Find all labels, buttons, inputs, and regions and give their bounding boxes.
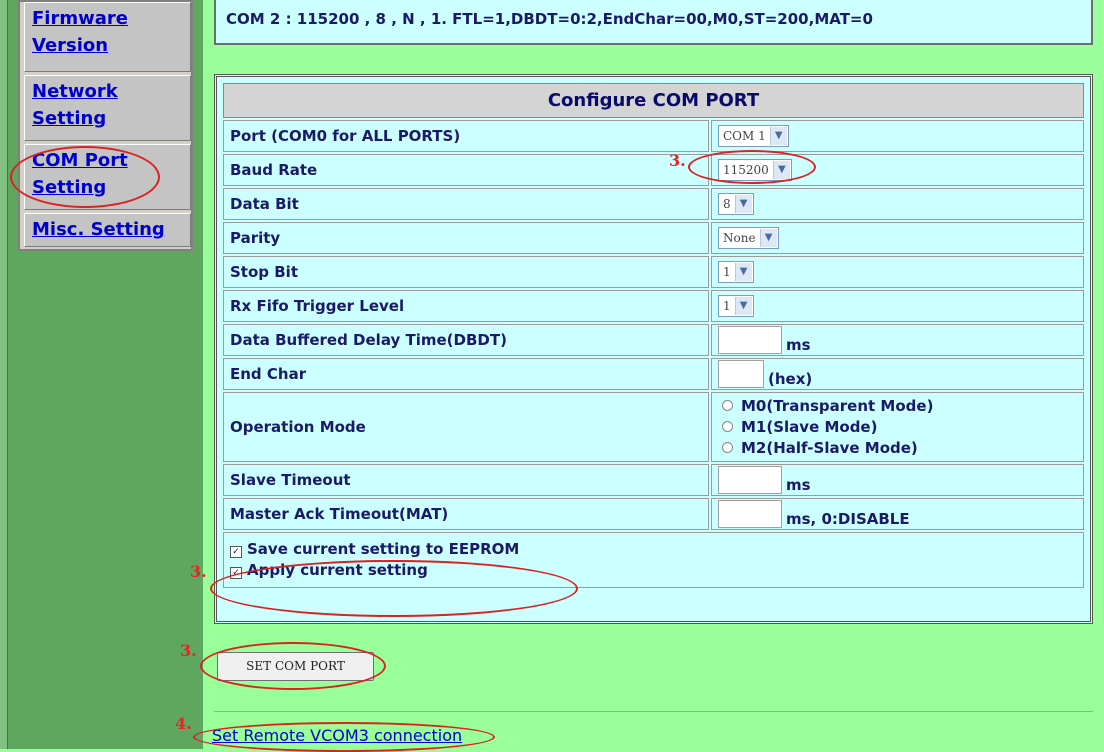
row-label: Data Bit [223, 188, 709, 220]
rx-fifo-value: 1 [723, 299, 731, 313]
row-value: None ▼ [711, 222, 1084, 254]
sidebar-item-network-setting[interactable]: Network Setting [24, 75, 191, 141]
data-bit-select[interactable]: 8 ▼ [718, 193, 754, 215]
row-label: Port (COM0 for ALL PORTS) [223, 120, 709, 152]
annotation-circle [200, 642, 386, 690]
chevron-down-icon: ▼ [734, 195, 752, 213]
row-label: Slave Timeout [223, 464, 709, 496]
mode-option-m1[interactable]: M1(Slave Mode) [718, 417, 1077, 438]
left-column: Firmware Version Network Setting COM Port S… [0, 0, 197, 749]
stop-bit-value: 1 [723, 265, 731, 279]
misc-setting-link[interactable]: Misc. Setting [25, 214, 190, 243]
parity-select[interactable]: None ▼ [718, 227, 779, 249]
row-label: Baud Rate [223, 154, 709, 186]
mat-unit: ms, 0:DISABLE [786, 510, 910, 528]
row-value: ms [711, 324, 1084, 356]
chevron-down-icon: ▼ [769, 127, 787, 145]
annotation-number: 3. [190, 562, 207, 581]
annotation-circle [10, 146, 160, 208]
firmware-version-link[interactable]: Firmware Version [25, 3, 190, 59]
configure-com-port-panel: Configure COM PORT Port (COM0 for ALL PO… [214, 74, 1093, 624]
row-value: (hex) [711, 358, 1084, 390]
end-char-unit: (hex) [768, 370, 813, 388]
mode-option-m0[interactable]: M0(Transparent Mode) [718, 396, 1077, 417]
slave-timeout-input[interactable] [718, 466, 782, 494]
radio-icon[interactable] [722, 399, 733, 411]
port-select[interactable]: COM 1 ▼ [718, 125, 789, 147]
sidebar-item-misc-setting[interactable]: Misc. Setting [24, 213, 191, 247]
network-setting-link[interactable]: Network Setting [25, 76, 190, 132]
row-label: Operation Mode [223, 392, 709, 462]
mode-option-m2[interactable]: M2(Half-Slave Mode) [718, 438, 1077, 459]
radio-icon[interactable] [722, 420, 733, 432]
config-table: Configure COM PORT Port (COM0 for ALL PO… [221, 81, 1086, 590]
table-row: Slave Timeout ms [223, 464, 1084, 496]
rx-fifo-select[interactable]: 1 ▼ [718, 295, 754, 317]
annotation-number: 3. [669, 151, 686, 170]
row-label: End Char [223, 358, 709, 390]
row-label: Master Ack Timeout(MAT) [223, 498, 709, 530]
dbdt-unit: ms [786, 336, 811, 354]
table-row: Operation Mode M0(Transparent Mode) M1(S… [223, 392, 1084, 462]
port-select-value: COM 1 [723, 129, 766, 143]
mat-input[interactable] [718, 500, 782, 528]
table-row: Port (COM0 for ALL PORTS) COM 1 ▼ [223, 120, 1084, 152]
radio-icon[interactable] [722, 441, 733, 453]
config-title: Configure COM PORT [223, 83, 1084, 118]
annotation-circle [210, 560, 578, 617]
dbdt-input[interactable] [718, 326, 782, 354]
nav-label-line2: Version [32, 35, 109, 56]
table-row: Data Buffered Delay Time(DBDT) ms [223, 324, 1084, 356]
table-row: End Char (hex) [223, 358, 1084, 390]
nav-label-line1: Network [32, 81, 118, 102]
com-status-text: COM 2 : 115200 , 8 , N , 1. FTL=1,DBDT=0… [226, 10, 873, 28]
annotation-circle [688, 150, 816, 184]
parity-value: None [723, 231, 756, 245]
slave-timeout-unit: ms [786, 476, 811, 494]
divider [214, 711, 1093, 712]
status-box: COM 2 : 115200 , 8 , N , 1. FTL=1,DBDT=0… [214, 0, 1093, 45]
save-eeprom-label: Save current setting to EEPROM [247, 540, 520, 558]
row-value: M0(Transparent Mode) M1(Slave Mode) M2(H… [711, 392, 1084, 462]
annotation-number: 3. [180, 641, 197, 660]
sidebar-nav: Firmware Version Network Setting COM Port S… [18, 0, 193, 251]
column-divider [197, 0, 203, 749]
table-row: Data Bit 8 ▼ [223, 188, 1084, 220]
left-edge [0, 0, 8, 749]
row-value: 1 ▼ [711, 290, 1084, 322]
mode-label: M0(Transparent Mode) [741, 396, 934, 415]
checkbox-checked-icon[interactable]: ✓ [230, 546, 242, 558]
table-row: Master Ack Timeout(MAT) ms, 0:DISABLE [223, 498, 1084, 530]
row-value: COM 1 ▼ [711, 120, 1084, 152]
row-value: ms [711, 464, 1084, 496]
table-row: Parity None ▼ [223, 222, 1084, 254]
sidebar-item-firmware-version[interactable]: Firmware Version [24, 2, 191, 72]
mode-label: M2(Half-Slave Mode) [741, 438, 918, 457]
row-label: Stop Bit [223, 256, 709, 288]
nav-label-line2: Setting [32, 108, 107, 129]
table-row: Rx Fifo Trigger Level 1 ▼ [223, 290, 1084, 322]
nav-label-line1: Misc. Setting [32, 219, 165, 240]
table-row: Baud Rate 115200 ▼ [223, 154, 1084, 186]
end-char-input[interactable] [718, 360, 764, 388]
chevron-down-icon: ▼ [759, 229, 777, 247]
row-value: ms, 0:DISABLE [711, 498, 1084, 530]
nav-label-line1: Firmware [32, 8, 128, 29]
row-label: Parity [223, 222, 709, 254]
row-label: Data Buffered Delay Time(DBDT) [223, 324, 709, 356]
annotation-number: 4. [175, 714, 192, 733]
data-bit-value: 8 [723, 197, 731, 211]
chevron-down-icon: ▼ [734, 263, 752, 281]
table-row: Stop Bit 1 ▼ [223, 256, 1084, 288]
save-eeprom-option[interactable]: ✓ Save current setting to EEPROM [230, 539, 1077, 560]
row-label: Rx Fifo Trigger Level [223, 290, 709, 322]
annotation-circle [193, 722, 495, 752]
row-value: 8 ▼ [711, 188, 1084, 220]
stop-bit-select[interactable]: 1 ▼ [718, 261, 754, 283]
chevron-down-icon: ▼ [734, 297, 752, 315]
mode-label: M1(Slave Mode) [741, 417, 878, 436]
row-value: 1 ▼ [711, 256, 1084, 288]
